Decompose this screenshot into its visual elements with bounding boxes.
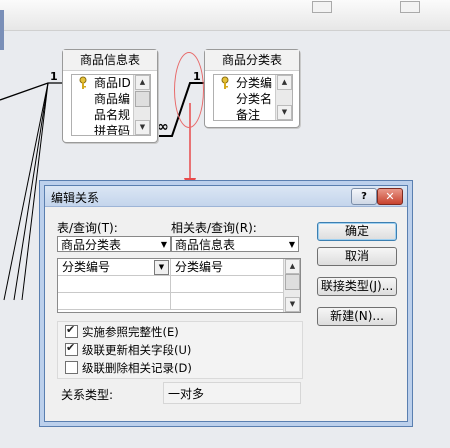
table-product-category[interactable]: 商品分类表 分类编 分类名 备注 ▲ ▼ — [204, 49, 300, 128]
one-marker-left: 1 — [50, 70, 58, 83]
checkbox[interactable]: ✔ — [65, 341, 78, 356]
grid-cell[interactable] — [171, 293, 284, 310]
key-icon — [79, 76, 87, 89]
related-table-query-label: 相关表/查询(R): — [171, 221, 257, 235]
table-product-info[interactable]: 商品信息表 商品ID 商品编 品名规 拼音码 ▲ ▼ — [62, 49, 158, 143]
one-marker-right: 1 — [193, 70, 201, 83]
checkbox[interactable] — [65, 361, 78, 374]
chevron-down-icon[interactable]: ▼ — [154, 260, 169, 275]
close-button[interactable]: ✕ — [377, 188, 403, 205]
field-name: 备注 — [236, 108, 261, 121]
create-new-button[interactable]: 新建(N)... — [317, 307, 397, 326]
checkbox-label: 实施参照完整性(E) — [82, 325, 179, 339]
table-query-select[interactable]: 商品分类表 ▼ — [57, 236, 171, 252]
related-table-query-select[interactable]: 商品信息表 ▼ — [171, 236, 299, 252]
chevron-down-icon[interactable]: ▼ — [289, 237, 295, 253]
check-icon: ✔ — [66, 323, 76, 336]
scroll-up-icon[interactable]: ▲ — [285, 259, 300, 274]
field-name: 商品ID — [94, 76, 131, 90]
vertical-scrollbar[interactable]: ▲ ▼ — [283, 259, 300, 312]
help-button[interactable]: ? — [351, 188, 377, 205]
field-mapping-grid: 分类编号 ▼ 分类编号 ▲ ▼ — [57, 258, 301, 313]
grid-cell[interactable] — [58, 276, 171, 293]
vertical-scrollbar[interactable]: ▲ ▼ — [133, 75, 150, 135]
cascade-update-checkbox[interactable]: ✔ 级联更新相关字段(U) — [65, 341, 192, 358]
grid-cell[interactable] — [171, 276, 284, 293]
dialog-title: 编辑关系 — [51, 191, 100, 205]
enforce-integrity-checkbox[interactable]: ✔ 实施参照完整性(E) — [65, 323, 179, 340]
field-list[interactable]: 商品ID 商品编 品名规 拼音码 ▲ ▼ — [71, 74, 151, 136]
relationship-type-text: 一对多 — [168, 387, 205, 401]
scroll-thumb[interactable] — [285, 274, 300, 290]
table-query-label: 表/查询(T): — [57, 221, 118, 235]
key-icon — [221, 76, 229, 89]
field-name: 分类编 — [236, 76, 273, 90]
annotation-ellipse — [174, 52, 204, 128]
scroll-thumb[interactable] — [135, 91, 150, 107]
edit-relationship-dialog: 编辑关系 ? ✕ 表/查询(T): 相关表/查询(R): 商品分类表 ▼ 商品信… — [44, 185, 408, 422]
checkbox-label: 级联删除相关记录(D) — [82, 361, 192, 375]
related-table-query-value: 商品信息表 — [175, 238, 236, 252]
checkbox[interactable]: ✔ — [65, 323, 78, 338]
relationship-type-label: 关系类型: — [61, 388, 114, 402]
table-title: 商品信息表 — [63, 50, 157, 71]
grid-cell[interactable]: 分类编号 — [171, 259, 284, 276]
field-name: 拼音码 — [94, 124, 131, 136]
many-marker: ∞ — [157, 119, 169, 135]
scroll-down-icon[interactable]: ▼ — [277, 105, 292, 120]
field-list[interactable]: 分类编 分类名 备注 ▲ ▼ — [213, 74, 293, 121]
ok-button[interactable]: 确定 — [317, 222, 397, 241]
table-title: 商品分类表 — [205, 50, 299, 71]
grid-cell[interactable] — [58, 293, 171, 310]
dialog-titlebar[interactable]: 编辑关系 ? ✕ — [45, 186, 407, 207]
grid-cell-text: 分类编号 — [62, 260, 111, 274]
scroll-up-icon[interactable]: ▲ — [277, 75, 292, 90]
check-icon: ✔ — [66, 341, 76, 354]
grid-cell-text: 分类编号 — [175, 260, 224, 274]
field-name: 商品编 — [94, 92, 131, 106]
cancel-button[interactable]: 取消 — [317, 247, 397, 266]
grid-cell[interactable]: 分类编号 ▼ — [58, 259, 171, 276]
join-type-button[interactable]: 联接类型(J)... — [317, 277, 397, 296]
chevron-down-icon[interactable]: ▼ — [161, 237, 167, 253]
vertical-scrollbar[interactable]: ▲ ▼ — [275, 75, 292, 120]
checkbox-label: 级联更新相关字段(U) — [82, 343, 192, 357]
options-group: ✔ 实施参照完整性(E) ✔ 级联更新相关字段(U) 级联删除相关记录(D) — [57, 321, 303, 379]
table-query-value: 商品分类表 — [61, 238, 122, 252]
scroll-up-icon[interactable]: ▲ — [135, 75, 150, 90]
field-name: 分类名 — [236, 92, 273, 106]
scroll-down-icon[interactable]: ▼ — [135, 120, 150, 135]
relationship-type-value: 一对多 — [163, 382, 301, 404]
cascade-delete-checkbox[interactable]: 级联删除相关记录(D) — [65, 360, 192, 376]
scroll-down-icon[interactable]: ▼ — [285, 297, 300, 312]
field-name: 品名规 — [94, 108, 131, 122]
